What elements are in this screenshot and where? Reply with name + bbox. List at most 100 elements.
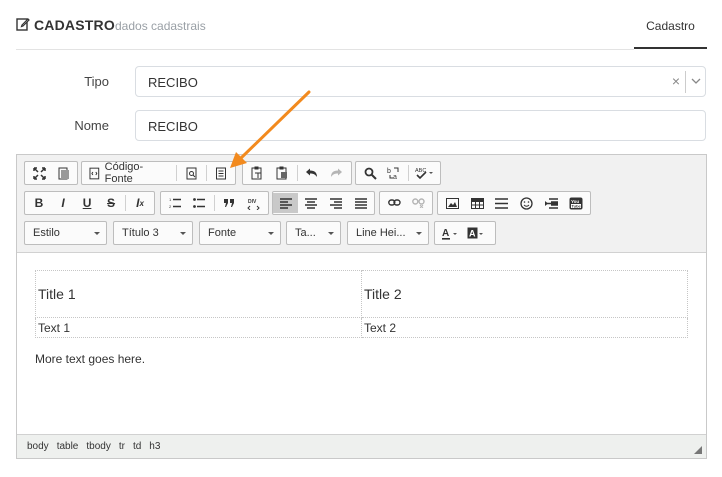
page-header: CADASTRO dados cadastrais Cadastro [0, 0, 722, 50]
remove-format-icon[interactable]: Ix [128, 193, 152, 213]
toolbar-separator [176, 165, 178, 181]
toolbar-group-links [379, 191, 433, 215]
toolbar-separator [125, 195, 127, 211]
underline-icon[interactable]: U [75, 193, 99, 213]
chevron-down-icon[interactable] [690, 75, 702, 87]
italic-icon[interactable]: I [51, 193, 75, 213]
toolbar-separator [214, 195, 215, 211]
chevron-down-icon [94, 232, 100, 235]
toolbar-separator [408, 165, 410, 181]
table-cell-title-1[interactable]: Title 1 [35, 270, 362, 318]
spellcheck-icon[interactable]: ABC [411, 163, 438, 183]
bulleted-list-icon[interactable] [188, 193, 213, 213]
nome-label: Nome [74, 118, 109, 133]
show-blocks-icon[interactable] [51, 163, 75, 183]
nome-input-value: RECIBO [148, 119, 198, 134]
bold-icon[interactable]: B [27, 193, 51, 213]
table-icon[interactable] [465, 193, 490, 213]
table-cell-text-1[interactable]: Text 1 [35, 317, 362, 338]
horizontal-rule-icon[interactable] [489, 193, 514, 213]
style-dropdown-label: Estilo [33, 227, 60, 239]
edit-icon [16, 18, 30, 31]
rich-text-editor: Código-Fonte b a ABC B I U S I x 1 2 DIV… [16, 154, 707, 459]
path-item[interactable]: h3 [149, 441, 160, 452]
redo-icon[interactable] [324, 163, 349, 183]
numbered-list-icon[interactable]: 12 [163, 193, 188, 213]
svg-text:b: b [387, 168, 391, 175]
smiley-icon[interactable] [514, 193, 539, 213]
svg-text:a: a [393, 174, 397, 180]
create-div-icon[interactable]: DIV [241, 193, 266, 213]
line-height-dropdown-label: Line Hei... [356, 227, 406, 239]
toolbar-group-clipboard [242, 161, 352, 185]
path-item[interactable]: body [27, 441, 49, 452]
link-icon[interactable] [382, 193, 406, 213]
line-height-dropdown[interactable]: Line Hei... [347, 221, 429, 245]
page-break-icon[interactable] [539, 193, 564, 213]
undo-icon[interactable] [299, 163, 324, 183]
table-row: Title 1 Title 2 [35, 270, 688, 318]
tipo-select-value: RECIBO [148, 75, 198, 90]
toolbar-group-basic-styles: B I U S Ix [24, 191, 155, 215]
font-size-dropdown[interactable]: Ta... [286, 221, 341, 245]
toolbar-group-find: ba ABC [355, 161, 441, 185]
paste-text-icon[interactable] [245, 163, 270, 183]
toolbar-group-colors: A A [434, 221, 496, 245]
page-title: CADASTRO [34, 17, 115, 33]
nome-input[interactable]: RECIBO [135, 110, 706, 141]
find-icon[interactable] [358, 163, 382, 183]
toolbar-group-view [24, 161, 78, 185]
format-dropdown[interactable]: Título 3 [113, 221, 193, 245]
source-button[interactable]: Código-Fonte [84, 161, 174, 185]
replace-icon[interactable]: ba [382, 163, 406, 183]
blockquote-icon[interactable] [217, 193, 242, 213]
svg-text:2: 2 [169, 204, 172, 209]
tipo-select[interactable]: RECIBO × [135, 66, 706, 97]
path-item[interactable]: tr [119, 441, 125, 452]
font-dropdown-label: Fonte [208, 227, 237, 239]
youtube-icon[interactable]: You Tube [563, 193, 588, 213]
svg-text:1: 1 [169, 197, 172, 202]
style-dropdown[interactable]: Estilo [24, 221, 107, 245]
path-item[interactable]: tbody [86, 441, 110, 452]
chevron-down-icon [268, 232, 274, 235]
align-center-icon[interactable] [298, 193, 323, 213]
editor-content[interactable]: Title 1 Title 2 Text 1 Text 2 More text … [17, 254, 706, 434]
content-paragraph[interactable]: More text goes here. [35, 352, 145, 366]
table-row: Text 1 Text 2 [35, 317, 688, 338]
justify-icon[interactable] [348, 193, 373, 213]
resize-handle-icon[interactable] [694, 446, 702, 454]
toolbar-group-document: Código-Fonte [81, 161, 236, 185]
path-item[interactable]: td [133, 441, 141, 452]
editor-toolbar: Código-Fonte b a ABC B I U S I x 1 2 DIV… [17, 155, 706, 253]
source-button-label: Código-Fonte [104, 161, 144, 185]
toolbar-group-align [272, 191, 375, 215]
table-cell-text-2[interactable]: Text 2 [361, 317, 688, 338]
strikethrough-icon[interactable]: S [99, 193, 123, 213]
svg-text:A: A [442, 228, 449, 239]
clear-icon[interactable]: × [672, 73, 680, 89]
element-path-bar: body table tbody tr td h3 [17, 434, 706, 458]
content-table[interactable]: Title 1 Title 2 Text 1 Text 2 [35, 270, 688, 338]
format-dropdown-label: Título 3 [122, 227, 159, 239]
align-left-icon[interactable] [273, 193, 298, 213]
maximize-icon[interactable] [27, 163, 51, 183]
font-size-dropdown-label: Ta... [295, 227, 316, 239]
toolbar-group-paragraph: 12 DIV [160, 191, 269, 215]
path-item[interactable]: table [57, 441, 79, 452]
chevron-down-icon [416, 232, 422, 235]
text-color-icon[interactable]: A [437, 223, 463, 243]
svg-text:A: A [469, 228, 476, 238]
table-cell-title-2[interactable]: Title 2 [361, 270, 688, 318]
tab-cadastro[interactable]: Cadastro [634, 0, 707, 49]
svg-text:DIV: DIV [248, 199, 257, 205]
preview-icon[interactable] [179, 163, 203, 183]
image-icon[interactable] [440, 193, 465, 213]
background-color-icon[interactable]: A [463, 223, 489, 243]
templates-icon[interactable] [209, 163, 233, 183]
align-right-icon[interactable] [323, 193, 348, 213]
font-dropdown[interactable]: Fonte [199, 221, 281, 245]
unlink-icon[interactable] [406, 193, 430, 213]
paste-word-icon[interactable] [270, 163, 295, 183]
toolbar-separator [205, 165, 207, 181]
